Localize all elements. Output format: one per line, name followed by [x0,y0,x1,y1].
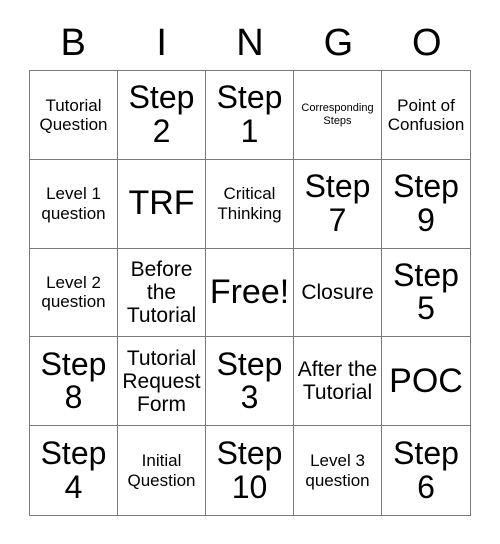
bingo-cell[interactable]: Step 1 [206,71,294,160]
bingo-cell-label: Tutorial Request Form [122,346,201,416]
bingo-cell-label: Point of Confusion [387,95,465,134]
bingo-cell-label: Step 5 [393,256,459,327]
bingo-cell[interactable]: Level 1 question [30,159,118,249]
bingo-cell-label: Step 7 [304,168,371,238]
bingo-cell[interactable]: Before the Tutorial [118,248,206,338]
bingo-cell-label: Step 3 [216,345,283,416]
bingo-cell-label: Step 10 [216,435,283,505]
bingo-cell-label: Initial Question [127,451,196,490]
bingo-cell[interactable]: Initial Question [118,426,206,515]
bingo-cell-label: Step 9 [393,168,459,238]
bingo-cell-label: Level 3 question [305,451,370,490]
bingo-cell[interactable]: Step 4 [30,426,118,515]
bingo-header-letter-i: I [156,22,167,64]
bingo-cell[interactable]: Step 8 [30,337,118,427]
bingo-cell-label: Level 2 question [41,273,106,312]
bingo-cell-label: Critical Thinking [217,184,282,223]
bingo-cell-label: Tutorial Question [39,95,108,134]
bingo-cell[interactable]: Level 3 question [294,426,382,515]
bingo-cell-label: Step 1 [216,79,283,149]
bingo-cell[interactable]: Level 2 question [30,248,118,338]
bingo-cell[interactable]: Corresponding Steps [294,71,382,160]
bingo-cell[interactable]: Step 10 [206,426,294,515]
bingo-cell[interactable]: Step 5 [382,248,470,338]
bingo-cell-label: Closure [301,280,374,304]
bingo-cell[interactable]: Closure [294,248,382,338]
bingo-cell[interactable]: Step 2 [118,71,206,160]
bingo-header-row: B I N G O [29,16,471,70]
bingo-card: B I N G O Tutorial Question Step 2 Step 1 C… [29,16,471,516]
bingo-cell[interactable]: Step 9 [382,159,470,249]
bingo-cell-label: POC [389,361,463,400]
bingo-cell[interactable]: Step 6 [382,426,470,515]
bingo-cell[interactable]: Tutorial Request Form [118,337,206,427]
bingo-cell-label: After the Tutorial [297,358,378,405]
bingo-cell-label: Step 6 [393,435,459,505]
bingo-cell-label: Before the Tutorial [126,257,197,328]
bingo-cell-label: Corresponding Steps [301,101,374,127]
bingo-free-space[interactable]: Free! [206,248,294,338]
bingo-cell-label: Free! [209,273,290,312]
bingo-cell[interactable]: Step 3 [206,337,294,427]
bingo-header-letter-n: N [236,22,264,64]
bingo-cell-label: Step 2 [128,79,195,149]
bingo-cell[interactable]: Point of Confusion [382,71,470,160]
bingo-cell-label: Level 1 question [41,184,106,223]
bingo-cell-label: Step 4 [40,435,107,505]
bingo-grid: Tutorial Question Step 2 Step 1 Correspondi… [29,70,471,516]
bingo-cell[interactable]: POC [382,337,470,427]
bingo-cell[interactable]: Step 7 [294,159,382,249]
bingo-cell[interactable]: Tutorial Question [30,71,118,160]
bingo-header-letter-g: G [323,22,354,64]
bingo-cell[interactable]: After the Tutorial [294,337,382,427]
bingo-cell-label: TRF [128,184,195,223]
bingo-cell[interactable]: Critical Thinking [206,159,294,249]
bingo-header-letter-b: B [60,22,86,64]
bingo-cell-label: Step 8 [40,345,107,416]
bingo-cell[interactable]: TRF [118,159,206,249]
bingo-header-letter-o: O [412,22,442,64]
